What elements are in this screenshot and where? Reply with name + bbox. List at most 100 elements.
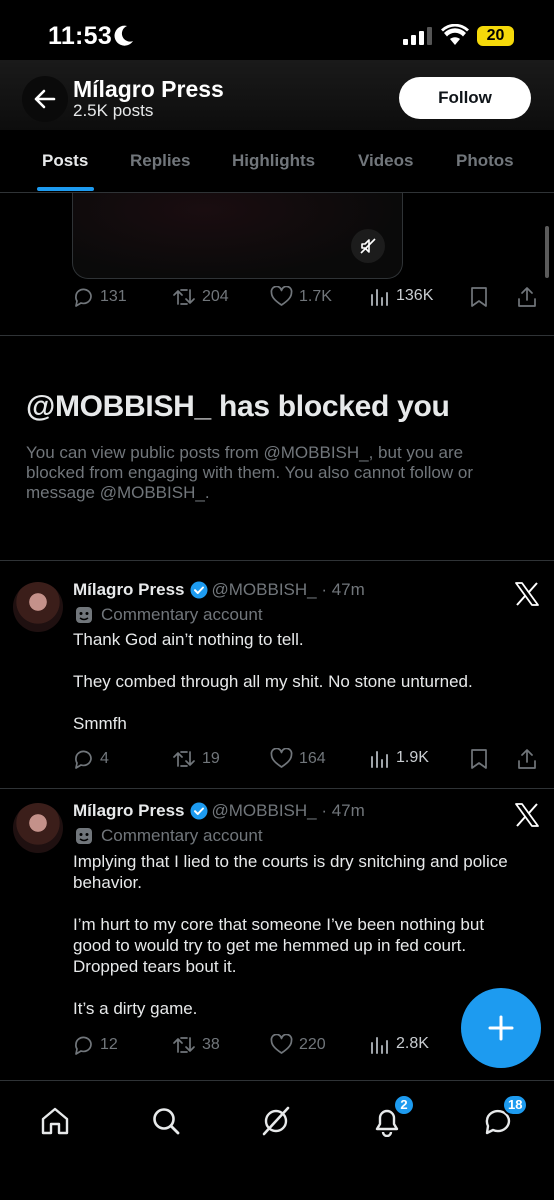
x-logo-icon xyxy=(515,582,539,606)
like-icon xyxy=(270,286,293,306)
repost-button[interactable]: 38 xyxy=(172,1034,220,1056)
follow-button[interactable]: Follow xyxy=(399,77,531,119)
mute-button[interactable] xyxy=(351,229,385,263)
author-handle[interactable]: @MOBBISH_ · 47m xyxy=(212,580,365,600)
tab-highlights[interactable]: Highlights xyxy=(232,151,315,171)
reply-icon xyxy=(75,1036,92,1055)
compose-plus-icon xyxy=(488,1015,514,1041)
tab-photos[interactable]: Photos xyxy=(456,151,514,171)
views-count: 136K xyxy=(396,287,434,304)
views-icon xyxy=(371,751,388,768)
notifications-badge: 2 xyxy=(393,1094,415,1116)
bookmark-button[interactable] xyxy=(470,748,488,770)
share-button[interactable] xyxy=(516,286,538,308)
share-button[interactable] xyxy=(516,748,538,770)
wifi-icon xyxy=(441,24,469,45)
home-icon[interactable] xyxy=(39,1105,71,1137)
bookmark-icon xyxy=(471,749,487,769)
blocked-description: You can view public posts from @MOBBISH_… xyxy=(26,443,473,502)
post-actions: 131 204 1.7K 136K xyxy=(72,286,542,312)
search-icon[interactable] xyxy=(150,1105,182,1137)
reply-count: 12 xyxy=(100,1036,118,1053)
commentary-mask-icon xyxy=(76,828,92,844)
repost-button[interactable]: 19 xyxy=(172,748,220,770)
share-icon xyxy=(518,749,536,769)
author-name[interactable]: Mílagro Press xyxy=(73,580,185,600)
grok-icon[interactable] xyxy=(260,1105,292,1137)
share-icon xyxy=(518,287,536,307)
views-icon xyxy=(371,1037,388,1054)
like-button[interactable]: 164 xyxy=(270,748,326,769)
messages-badge: 18 xyxy=(502,1094,529,1116)
battery-indicator: 20 xyxy=(477,26,514,46)
reply-count: 131 xyxy=(100,288,127,305)
post-header: Mílagro Press @MOBBISH_ · 47m xyxy=(73,801,365,821)
back-button[interactable] xyxy=(22,76,68,122)
tab-replies[interactable]: Replies xyxy=(130,151,190,171)
tab-posts[interactable]: Posts xyxy=(42,151,88,171)
moon-icon xyxy=(114,25,133,46)
scrollbar[interactable] xyxy=(545,226,549,278)
post-actions: 12 38 220 2.8K xyxy=(72,1034,452,1060)
signal-icon xyxy=(403,27,432,45)
like-count: 220 xyxy=(299,1035,326,1053)
avatar[interactable] xyxy=(13,582,63,632)
bookmark-icon xyxy=(471,287,487,307)
repost-icon xyxy=(173,289,195,305)
like-button[interactable]: 1.7K xyxy=(270,286,332,307)
views-button[interactable]: 136K xyxy=(370,286,433,306)
compose-button[interactable] xyxy=(461,988,541,1068)
views-count: 1.9K xyxy=(396,749,429,766)
author-name[interactable]: Mílagro Press xyxy=(73,801,185,821)
bookmark-button[interactable] xyxy=(470,286,488,308)
tab-videos[interactable]: Videos xyxy=(358,151,413,171)
status-time: 11:53 xyxy=(48,22,113,50)
repost-count: 204 xyxy=(202,288,229,305)
repost-icon xyxy=(173,1037,195,1053)
profile-name: Mílagro Press xyxy=(73,76,224,102)
avatar[interactable] xyxy=(13,803,63,853)
repost-count: 19 xyxy=(202,750,220,767)
back-arrow-icon xyxy=(34,89,56,109)
account-label: Commentary account xyxy=(75,826,263,846)
active-tab-indicator xyxy=(37,187,94,191)
repost-icon xyxy=(173,751,195,767)
divider xyxy=(0,560,554,561)
like-icon xyxy=(270,1034,293,1054)
author-handle[interactable]: @MOBBISH_ · 47m xyxy=(212,801,365,821)
reply-icon xyxy=(75,288,92,307)
bottom-nav: 2 18 xyxy=(0,1080,554,1200)
views-button[interactable]: 2.8K xyxy=(370,1034,429,1054)
like-count: 1.7K xyxy=(299,287,332,305)
post-actions: 4 19 164 1.9K xyxy=(72,748,542,774)
account-label-text: Commentary account xyxy=(101,826,263,845)
x-logo-icon xyxy=(515,803,539,827)
like-button[interactable]: 220 xyxy=(270,1034,326,1055)
post-text: Implying that I lied to the courts is dr… xyxy=(73,852,508,1018)
reply-button[interactable]: 4 xyxy=(72,748,109,770)
account-label-text: Commentary account xyxy=(101,605,263,624)
reply-button[interactable]: 12 xyxy=(72,1034,118,1056)
divider xyxy=(0,788,554,789)
reply-icon xyxy=(75,750,92,769)
post-header: Mílagro Press @MOBBISH_ · 47m xyxy=(73,580,365,600)
reply-count: 4 xyxy=(100,750,109,767)
post-count: 2.5K posts xyxy=(73,101,154,120)
divider xyxy=(0,335,554,336)
views-button[interactable]: 1.9K xyxy=(370,748,429,768)
reply-button[interactable]: 131 xyxy=(72,286,127,308)
post-text: Thank God ain’t nothing to tell. They co… xyxy=(73,630,473,733)
repost-button[interactable]: 204 xyxy=(172,286,229,308)
verified-icon xyxy=(190,802,207,820)
blocked-title: @MOBBISH_ has blocked you xyxy=(26,390,450,423)
commentary-mask-icon xyxy=(76,607,92,623)
like-count: 164 xyxy=(299,749,326,767)
account-label: Commentary account xyxy=(75,605,263,625)
views-icon xyxy=(371,289,388,306)
views-count: 2.8K xyxy=(396,1035,429,1052)
mute-icon xyxy=(360,238,376,254)
verified-icon xyxy=(190,581,207,599)
like-icon xyxy=(270,748,293,768)
profile-tabs: Posts Replies Highlights Videos Photos xyxy=(0,130,554,193)
repost-count: 38 xyxy=(202,1036,220,1053)
